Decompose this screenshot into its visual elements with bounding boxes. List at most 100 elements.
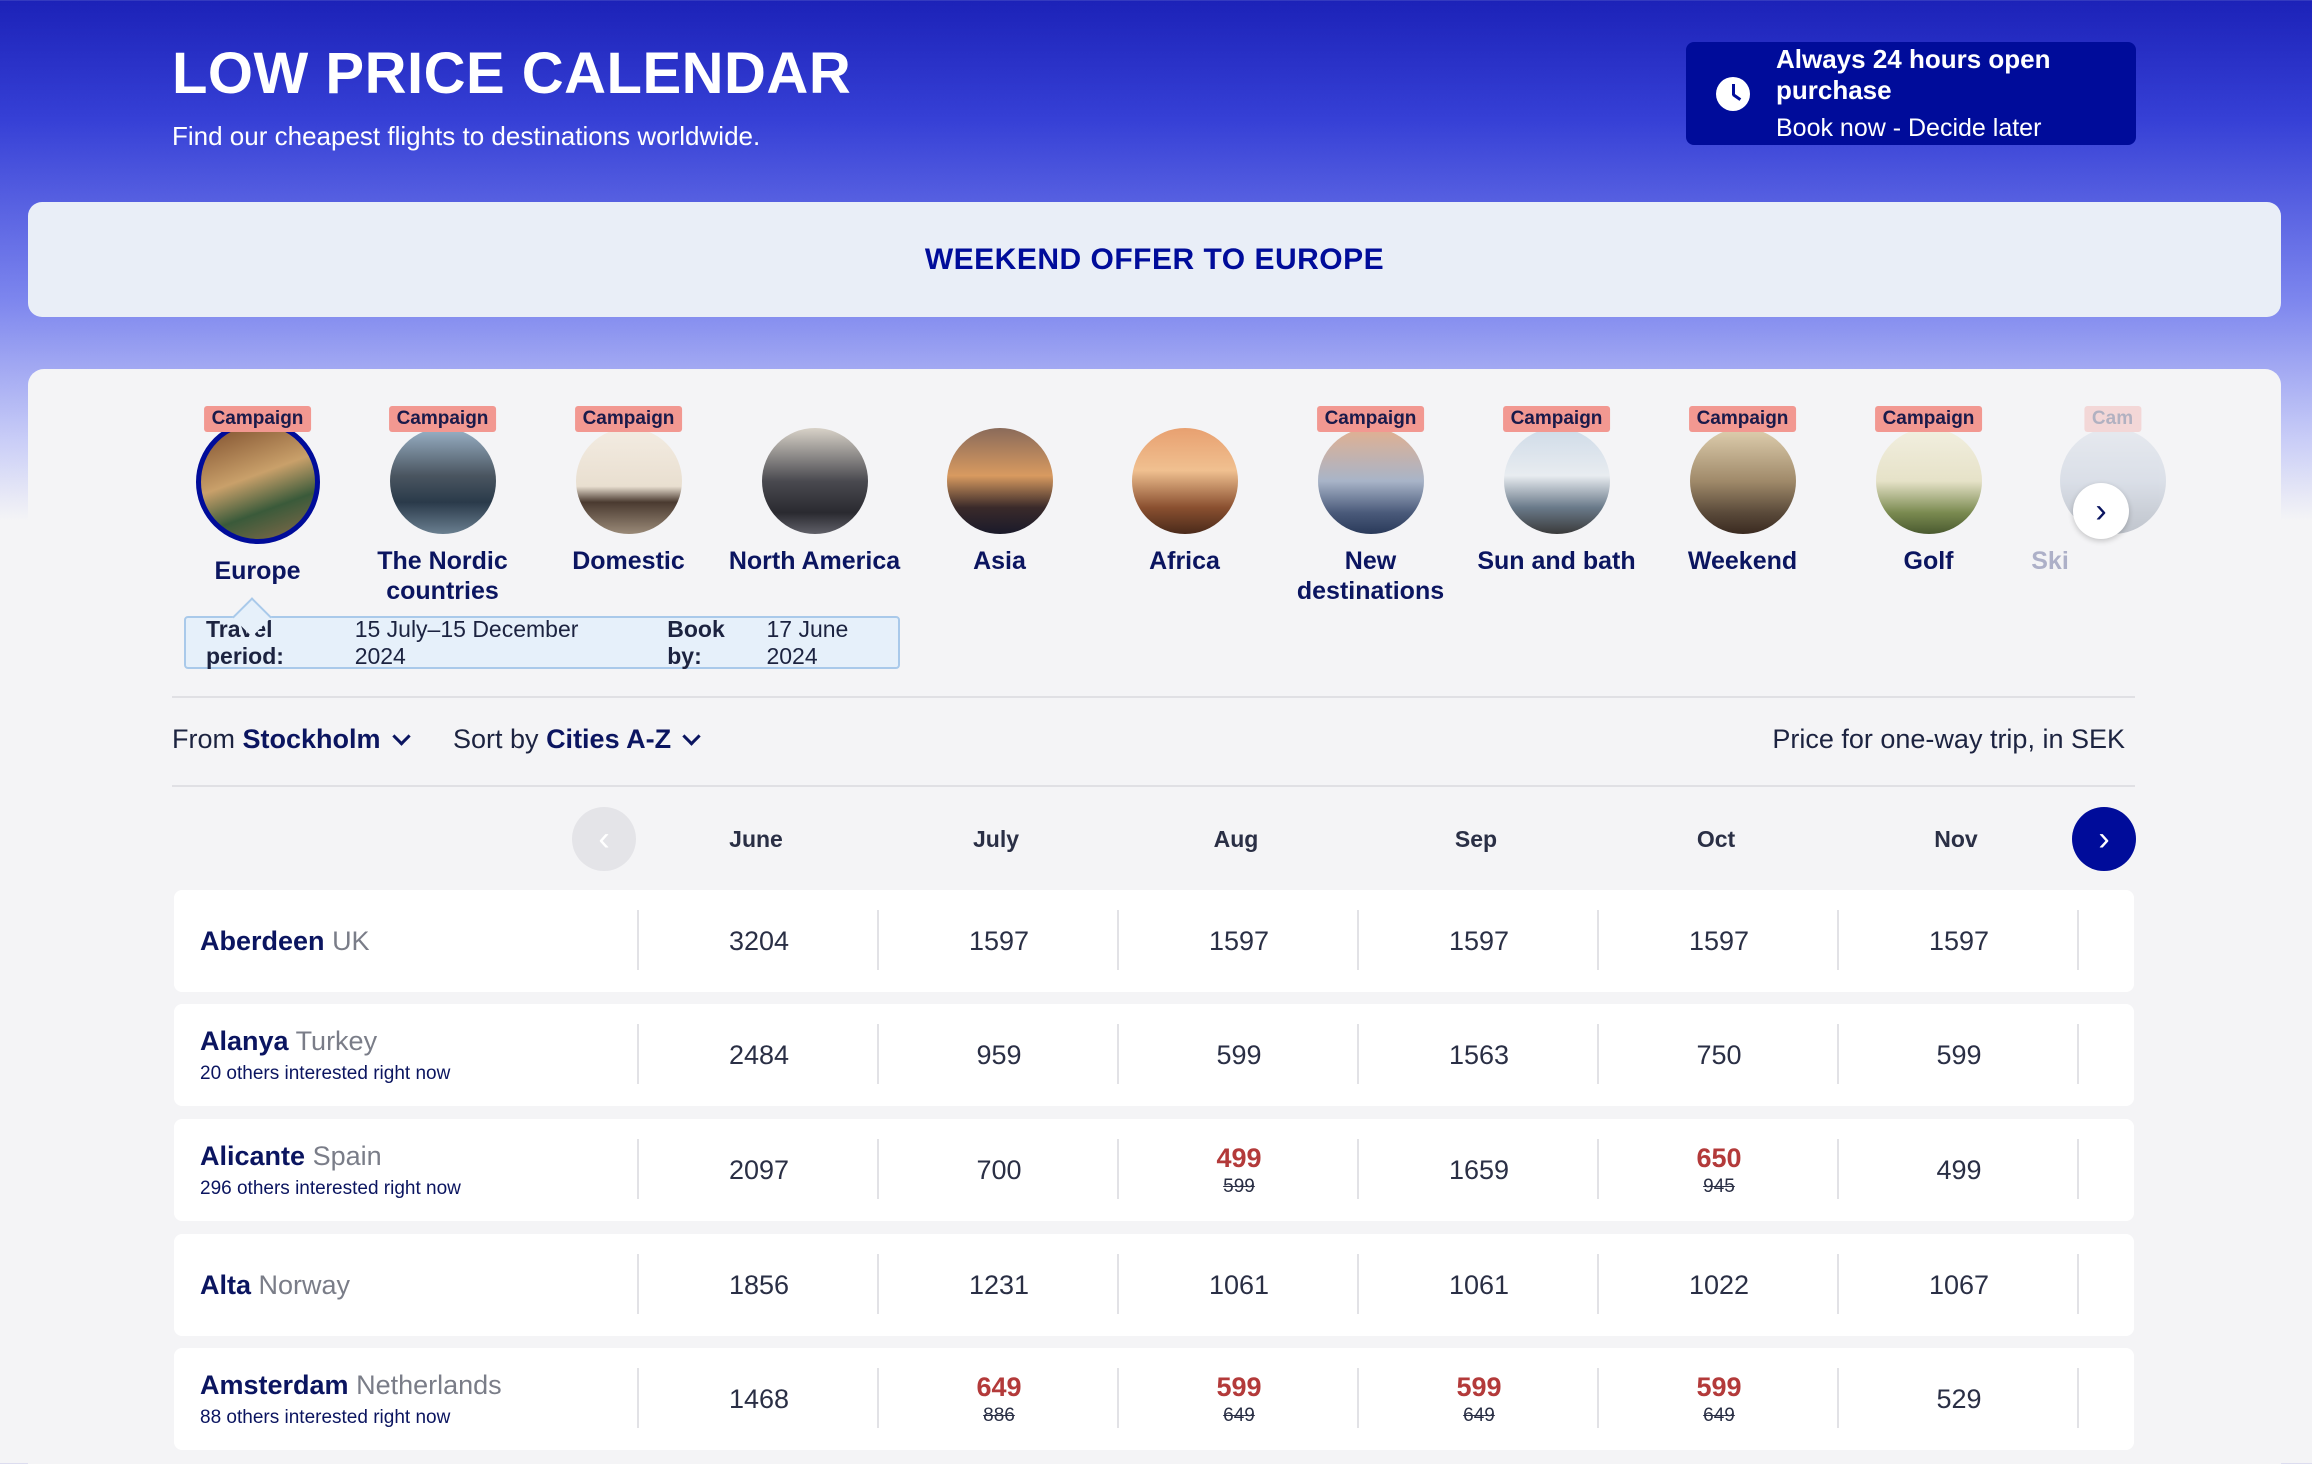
campaign-badge: Campaign xyxy=(388,406,497,432)
price-cell[interactable]: 599 649 xyxy=(1599,1348,1839,1450)
travel-period-value: 15 July–15 December 2024 xyxy=(354,615,579,669)
price-cell[interactable]: 1468 xyxy=(639,1348,879,1450)
month-oct: Oct xyxy=(1696,826,1736,852)
price-cell[interactable]: 1061 xyxy=(1119,1234,1359,1336)
table-row: Alicante Spain 296 others interested righ… xyxy=(174,1119,2134,1221)
category-image xyxy=(1875,428,1982,534)
price-cell[interactable]: 1067 xyxy=(1839,1234,2079,1336)
price-cell[interactable]: 1061 xyxy=(1359,1234,1599,1336)
price: 700 xyxy=(976,1154,1022,1185)
category-africa[interactable]: Africa xyxy=(1092,406,1277,576)
price-cell[interactable]: 1563 xyxy=(1359,1004,1599,1106)
category-sun-and-bath[interactable]: Campaign Sun and bath xyxy=(1464,406,1649,576)
table-row: Aberdeen UK 3204 1597 1597 1597 1597 1597 xyxy=(174,890,2134,992)
price-cell[interactable]: 1597 xyxy=(1119,890,1359,992)
price-cell[interactable]: 529 xyxy=(1839,1348,2079,1450)
month-aug: Aug xyxy=(1213,826,1259,852)
price: 1597 xyxy=(1448,925,1510,956)
category-weekend[interactable]: Campaign Weekend xyxy=(1650,406,1835,576)
original-price: 945 xyxy=(1703,1175,1735,1197)
original-price: 649 xyxy=(1223,1404,1255,1426)
open-purchase-promo[interactable]: Always 24 hours open purchase Book now -… xyxy=(1686,42,2136,145)
destination-cell[interactable]: Alanya Turkey 20 others interested right … xyxy=(200,1004,450,1106)
price: 3204 xyxy=(728,925,790,956)
price-note: Price for one-way trip, in SEK xyxy=(1772,724,2125,754)
category-label: Ski xyxy=(2031,547,2069,575)
price-cell[interactable]: 499 xyxy=(1839,1119,2079,1221)
price-cell[interactable]: 2097 xyxy=(639,1119,879,1221)
category-image xyxy=(1317,428,1424,534)
price-cell[interactable]: 1597 xyxy=(879,890,1119,992)
sale-price: 599 xyxy=(1456,1371,1502,1402)
category-domestic[interactable]: Campaign Domestic xyxy=(536,406,721,576)
category-label: Golf xyxy=(1903,547,1954,575)
price-cell[interactable]: 700 xyxy=(879,1119,1119,1221)
promo-line-1: Always 24 hours open purchase xyxy=(1776,44,2051,105)
destination-name: Alanya Turkey xyxy=(200,1026,450,1057)
price: 1468 xyxy=(728,1383,790,1414)
price-cell[interactable]: 959 xyxy=(879,1004,1119,1106)
price-cell[interactable]: 599 xyxy=(1839,1004,2079,1106)
divider xyxy=(172,696,2135,698)
destination-name: Aberdeen UK xyxy=(200,926,370,957)
price-cell[interactable]: 1597 xyxy=(1359,890,1599,992)
category-image xyxy=(1131,428,1238,534)
price-cell[interactable]: 649 886 xyxy=(879,1348,1119,1450)
category-asia[interactable]: Asia xyxy=(907,406,1092,576)
price-cell[interactable]: 1597 xyxy=(1839,890,2079,992)
chevron-down-icon xyxy=(391,727,411,746)
campaign-badge: Campaign xyxy=(1688,406,1797,432)
page-subtitle: Find our cheapest flights to destination… xyxy=(172,121,761,151)
price-cell[interactable]: 499 599 xyxy=(1119,1119,1359,1221)
price-cell[interactable]: 599 649 xyxy=(1359,1348,1599,1450)
country-name: UK xyxy=(332,925,370,956)
campaign-badge: Campaign xyxy=(1874,406,1983,432)
category-label: The Nordic countries xyxy=(377,547,508,605)
category-new-destinations[interactable]: Campaign New destinations xyxy=(1278,406,1463,606)
price: 1061 xyxy=(1448,1269,1510,1300)
price-cell[interactable]: 750 xyxy=(1599,1004,1839,1106)
category-label: Weekend xyxy=(1687,547,1798,575)
price-cell[interactable]: 1659 xyxy=(1359,1119,1599,1221)
price: 959 xyxy=(976,1039,1022,1070)
price-cell[interactable]: 3204 xyxy=(639,890,879,992)
price-cell[interactable]: 1231 xyxy=(879,1234,1119,1336)
original-price: 886 xyxy=(983,1404,1015,1426)
city-name: Alicante xyxy=(200,1140,306,1171)
weekend-offer-banner[interactable]: WEEKEND OFFER TO EUROPE xyxy=(28,202,2281,317)
destination-cell[interactable]: Alta Norway xyxy=(200,1234,350,1336)
price: 2484 xyxy=(728,1039,790,1070)
price-cell[interactable]: 1597 xyxy=(1599,890,1839,992)
country-name: Spain xyxy=(312,1140,382,1171)
destination-cell[interactable]: Alicante Spain 296 others interested righ… xyxy=(200,1119,461,1221)
sale-price: 649 xyxy=(976,1371,1022,1402)
category-europe[interactable]: Campaign Europe xyxy=(165,406,350,586)
month-next-button[interactable]: › xyxy=(2072,807,2136,871)
month-prev-button[interactable]: ‹ xyxy=(572,807,636,871)
book-by-value: 17 June 2024 xyxy=(766,615,849,669)
sale-price: 499 xyxy=(1216,1142,1262,1173)
country-name: Norway xyxy=(258,1269,351,1300)
from-city-dropdown[interactable]: From Stockholm xyxy=(172,724,411,755)
category-the-nordic-countries[interactable]: Campaign The Nordic countries xyxy=(350,406,535,606)
campaign-badge: Campaign xyxy=(203,406,312,432)
price: 599 xyxy=(1216,1039,1262,1070)
destination-cell[interactable]: Amsterdam Netherlands 88 others intereste… xyxy=(200,1348,502,1450)
destination-name: Alta Norway xyxy=(200,1270,350,1301)
original-price: 599 xyxy=(1223,1175,1255,1197)
price-cell[interactable]: 599 649 xyxy=(1119,1348,1359,1450)
price-cell[interactable]: 599 xyxy=(1119,1004,1359,1106)
price-cell[interactable]: 2484 xyxy=(639,1004,879,1106)
category-north-america[interactable]: North America xyxy=(722,406,907,576)
category-label: Europe xyxy=(214,557,301,585)
price: 529 xyxy=(1936,1383,1982,1414)
category-next-button[interactable]: › xyxy=(2073,483,2129,539)
page-header: LOW PRICE CALENDAR Find our cheapest fli… xyxy=(172,40,851,152)
price-cell[interactable]: 650 945 xyxy=(1599,1119,1839,1221)
sort-dropdown[interactable]: Sort by Cities A-Z xyxy=(453,724,701,755)
price-cell[interactable]: 1022 xyxy=(1599,1234,1839,1336)
destination-cell[interactable]: Aberdeen UK xyxy=(200,890,370,992)
price-cell[interactable]: 1856 xyxy=(639,1234,879,1336)
sale-price: 650 xyxy=(1696,1142,1742,1173)
category-golf[interactable]: Campaign Golf xyxy=(1836,406,2021,576)
